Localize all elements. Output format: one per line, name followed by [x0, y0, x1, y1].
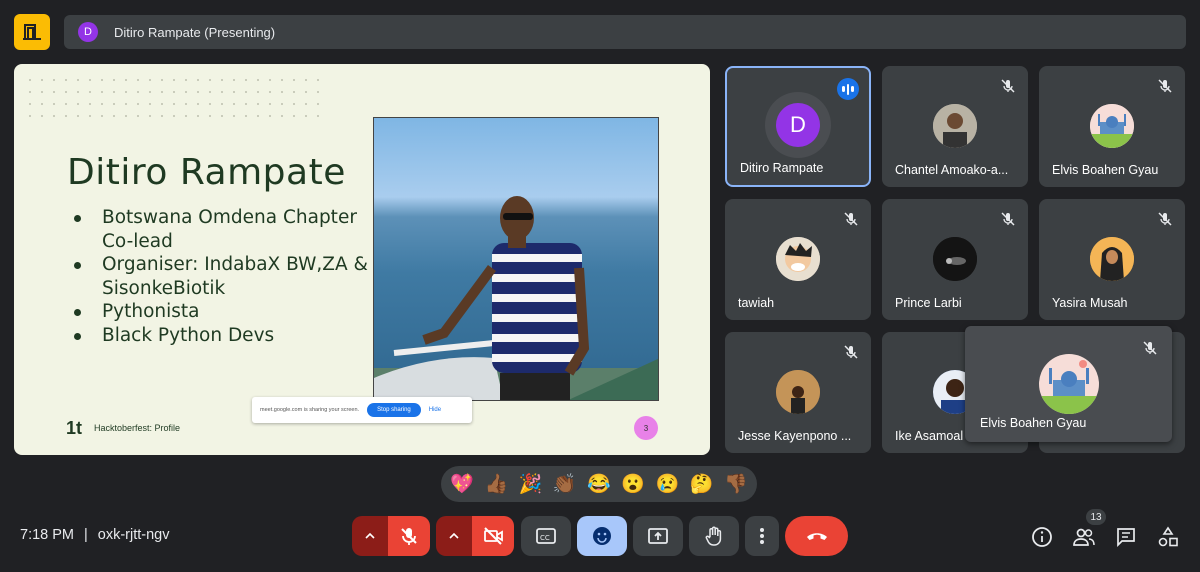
reaction-heart[interactable]: 💖	[450, 472, 474, 496]
participant-tile[interactable]: Elvis Boahen Gyau	[1039, 66, 1185, 187]
chevron-up-icon	[365, 532, 375, 539]
activities-button[interactable]	[1156, 525, 1180, 549]
chevron-up-icon	[449, 532, 459, 539]
emoji-button[interactable]	[577, 516, 627, 556]
participant-name: Elvis Boahen Gyau	[1052, 163, 1159, 177]
avatar	[776, 237, 820, 281]
emoji-icon	[593, 527, 611, 545]
participant-tile[interactable]: D Ditiro Rampate	[725, 66, 871, 187]
participant-tile[interactable]: Yasira Musah	[1039, 199, 1185, 320]
slide-bullets: Botswana Omdena Chapter Co-lead Organise…	[74, 206, 374, 347]
people-icon	[1073, 528, 1095, 546]
meeting-code: oxk-rjtt-ngv	[97, 527, 170, 543]
participant-tile[interactable]: Jesse Kayenpono ...	[725, 332, 871, 453]
raise-hand-button[interactable]	[689, 516, 739, 556]
presenter-bar: D Ditiro Rampate (Presenting)	[64, 15, 1186, 49]
avatar	[1090, 237, 1134, 281]
participant-name: Jesse Kayenpono ...	[738, 429, 852, 443]
mic-off-icon	[1001, 79, 1015, 93]
reaction-surprised[interactable]: 😮	[621, 472, 645, 496]
mic-off-icon	[1143, 341, 1157, 355]
mic-off-icon	[1001, 212, 1015, 226]
captions-button[interactable]: CC	[521, 516, 571, 556]
avatar	[776, 370, 820, 414]
shared-screen: Ditiro Rampate Botswana Omdena Chapter C…	[14, 64, 710, 455]
reaction-thinking[interactable]: 🤔	[690, 472, 714, 496]
more-vert-icon	[760, 528, 764, 544]
participant-name: Chantel Amoako-a...	[895, 163, 1009, 177]
bullet-item: Black Python Devs	[74, 324, 374, 348]
separator: |	[84, 527, 88, 543]
speaking-indicator-icon	[837, 78, 859, 100]
stop-sharing-button[interactable]: Stop sharing	[367, 403, 421, 417]
participant-tile[interactable]: tawiah	[725, 199, 871, 320]
reaction-laugh[interactable]: 😂	[587, 472, 611, 496]
present-button[interactable]	[633, 516, 683, 556]
participant-tile[interactable]: Chantel Amoako-a...	[882, 66, 1028, 187]
meeting-info: 7:18 PM | oxk-rjtt-ngv	[20, 527, 170, 543]
chat-button[interactable]	[1114, 525, 1138, 549]
bullet-item: Pythonista	[74, 300, 374, 324]
brand-text: Hacktoberfest: Profile	[94, 423, 181, 433]
reaction-thumbs-down[interactable]: 👎🏾	[724, 472, 748, 496]
avatar-initial: D	[776, 103, 820, 147]
info-icon	[1032, 527, 1052, 547]
bullet-item: Botswana Omdena Chapter Co-lead	[74, 206, 374, 253]
page-number: 3	[634, 416, 658, 440]
avatar	[1039, 354, 1099, 414]
present-screen-icon	[648, 528, 668, 544]
mic-off-icon	[1158, 79, 1172, 93]
svg-text:CC: CC	[540, 534, 550, 542]
slide-title: Ditiro Rampate	[67, 152, 346, 193]
camera-options-button[interactable]	[436, 516, 472, 556]
reaction-party[interactable]: 🎉	[519, 472, 543, 496]
presenter-photo	[373, 117, 659, 401]
avatar	[1090, 104, 1134, 148]
mic-toggle-button[interactable]	[388, 516, 430, 556]
participant-name: Yasira Musah	[1052, 296, 1128, 310]
captions-icon: CC	[536, 528, 556, 544]
people-count-badge: 13	[1086, 509, 1106, 525]
participant-name: tawiah	[738, 296, 775, 310]
avatar: D	[765, 92, 831, 158]
dot-pattern	[24, 74, 324, 124]
mic-off-icon	[401, 528, 417, 545]
meeting-details-button[interactable]	[1030, 525, 1054, 549]
presenter-avatar: D	[78, 22, 98, 42]
people-button[interactable]	[1072, 525, 1096, 549]
participant-name: Elvis Boahen Gyau	[980, 416, 1087, 430]
participant-name: Ditiro Rampate	[740, 161, 824, 175]
chat-icon	[1117, 528, 1135, 548]
hand-icon	[705, 526, 722, 546]
camera-toggle-button[interactable]	[472, 516, 514, 556]
camera-off-icon	[484, 527, 503, 545]
floating-participant-tile[interactable]: Elvis Boahen Gyau	[965, 326, 1172, 442]
presenter-label: Ditiro Rampate (Presenting)	[114, 24, 276, 40]
avatar	[933, 237, 977, 281]
participant-name: Prince Larbi	[895, 296, 962, 310]
exit-door-icon[interactable]	[14, 14, 50, 50]
mic-off-icon	[844, 212, 858, 226]
leave-call-button[interactable]	[785, 516, 848, 556]
hide-link[interactable]: Hide	[429, 407, 441, 413]
participant-tile[interactable]: Prince Larbi	[882, 199, 1028, 320]
reaction-sad[interactable]: 😢	[656, 472, 680, 496]
more-options-button[interactable]	[745, 516, 779, 556]
mic-off-icon	[1158, 212, 1172, 226]
reaction-bar: 💖 👍🏾 🎉 👏🏾 😂 😮 😢 🤔 👎🏾	[441, 466, 757, 502]
mic-options-button[interactable]	[352, 516, 388, 556]
activities-icon	[1158, 526, 1178, 547]
reaction-clap[interactable]: 👏🏾	[553, 472, 577, 496]
avatar	[933, 104, 977, 148]
bullet-item: Organiser: IndabaX BW,ZA & SisonkeBiotik	[74, 253, 374, 300]
hacktoberfest-logo: 1t	[66, 418, 83, 438]
hang-up-icon	[806, 533, 827, 540]
mic-off-icon	[844, 345, 858, 359]
reaction-thumbs-up[interactable]: 👍🏾	[484, 472, 508, 496]
share-banner: meet.google.com is sharing your screen. …	[252, 397, 472, 423]
share-banner-text: meet.google.com is sharing your screen.	[260, 407, 360, 413]
clock: 7:18 PM	[20, 527, 74, 543]
